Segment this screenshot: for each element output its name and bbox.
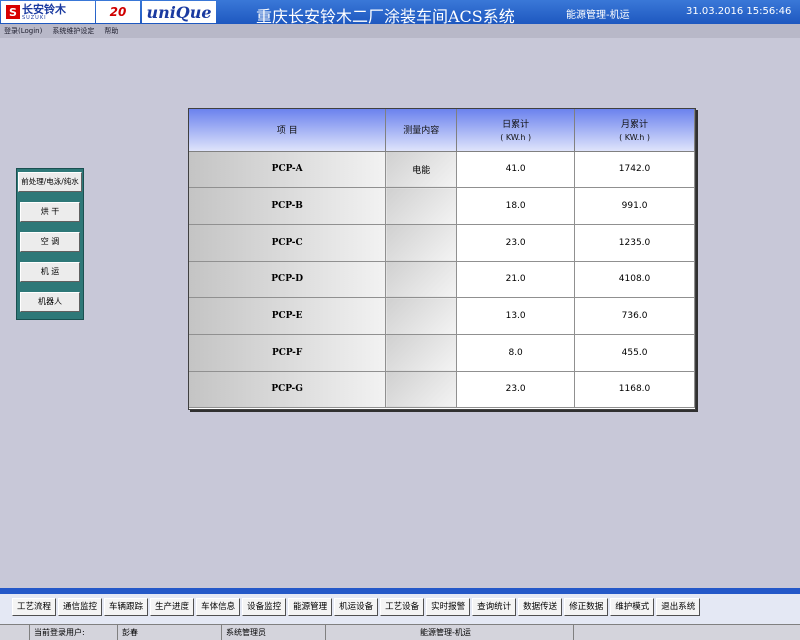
row-daily: 23.0 — [456, 224, 576, 262]
changan-suzuki-logo: S 长安铃木 SUZUKI — [1, 1, 95, 23]
row-daily: 8.0 — [456, 334, 576, 372]
table-header-row: 项 目 测量内容 日累计 ( KW.h ) 月累计 ( KW.h ) — [189, 109, 695, 152]
row-monthly: 1168.0 — [574, 371, 695, 409]
row-content — [385, 371, 458, 409]
row-content — [385, 261, 458, 299]
table-row: PCP-D 21.0 4108.0 — [189, 261, 695, 299]
table-row: PCP-A 电能 41.0 1742.0 — [189, 151, 695, 189]
suzuki-s-icon: S — [6, 5, 20, 19]
vehicle-tracking-button[interactable]: 车辆跟踪 — [104, 598, 149, 616]
row-item: PCP-G — [189, 371, 387, 409]
exit-system-button[interactable]: 退出系统 — [656, 598, 701, 616]
production-progress-button[interactable]: 生产进度 — [150, 598, 195, 616]
header-daily-unit: ( KW.h ) — [500, 133, 532, 143]
datetime-display: 31.03.2016 15:56:46 — [686, 6, 792, 17]
row-content — [385, 334, 458, 372]
process-flow-button[interactable]: 工艺流程 — [12, 598, 57, 616]
header-item: 项 目 — [189, 109, 387, 152]
maintenance-mode-button[interactable]: 维护模式 — [610, 598, 655, 616]
table-row: PCP-E 13.0 736.0 — [189, 297, 695, 335]
energy-table: 项 目 测量内容 日累计 ( KW.h ) 月累计 ( KW.h ) PCP-A… — [189, 109, 695, 409]
conveyor-equipment-button[interactable]: 机运设备 — [334, 598, 379, 616]
anniversary-logo: 20 — [96, 1, 140, 23]
status-user-name: 彭春 — [118, 625, 222, 640]
header-daily: 日累计 ( KW.h ) — [456, 109, 576, 152]
menu-system-settings[interactable]: 系统维护设定 — [52, 26, 94, 36]
energy-table-container: 项 目 测量内容 日累计 ( KW.h ) 月累计 ( KW.h ) PCP-A… — [188, 108, 696, 410]
status-bar: 当前登录用户: 彭春 系统管理员 能源管理-机运 — [0, 624, 800, 640]
row-monthly: 4108.0 — [574, 261, 695, 299]
row-monthly: 1235.0 — [574, 224, 695, 262]
energy-management-button[interactable]: 能源管理 — [288, 598, 333, 616]
bottom-toolbar: 工艺流程 通信监控 车辆跟踪 生产进度 车体信息 设备监控 能源管理 机运设备 … — [0, 588, 800, 624]
pretreatment-button[interactable]: 前处理/电泳/纯水 — [18, 172, 82, 192]
menu-bar: 登录(Login) 系统维护设定 帮助 — [0, 24, 800, 38]
row-content: 电能 — [385, 151, 458, 189]
status-spacer — [0, 625, 30, 640]
conveyor-button[interactable]: 机 运 — [20, 262, 80, 282]
table-row: PCP-F 8.0 455.0 — [189, 334, 695, 372]
row-item: PCP-A — [189, 151, 387, 189]
header-monthly-unit: ( KW.h ) — [619, 133, 650, 143]
title-bar: S 长安铃木 SUZUKI 20 uniQue 重庆长安铃木二厂涂装车间ACS系… — [0, 0, 800, 26]
realtime-alarm-button[interactable]: 实时报警 — [426, 598, 471, 616]
data-transfer-button[interactable]: 数据传送 — [518, 598, 563, 616]
toolbar-buttons: 工艺流程 通信监控 车辆跟踪 生产进度 车体信息 设备监控 能源管理 机运设备 … — [12, 598, 702, 616]
row-item: PCP-F — [189, 334, 387, 372]
row-monthly: 1742.0 — [574, 151, 695, 189]
drying-button[interactable]: 烘 干 — [20, 202, 80, 222]
correct-data-button[interactable]: 修正数据 — [564, 598, 609, 616]
row-daily: 13.0 — [456, 297, 576, 335]
row-daily: 18.0 — [456, 187, 576, 225]
row-monthly: 991.0 — [574, 187, 695, 225]
row-content — [385, 187, 458, 225]
status-page: 能源管理-机运 — [326, 625, 574, 640]
table-row: PCP-G 23.0 1168.0 — [189, 371, 695, 409]
logo-brand-text: 长安铃木 — [22, 2, 66, 16]
row-daily: 23.0 — [456, 371, 576, 409]
row-daily: 41.0 — [456, 151, 576, 189]
unique-logo: uniQue — [142, 1, 216, 23]
table-row: PCP-C 23.0 1235.0 — [189, 224, 695, 262]
header-monthly-label: 月累计 — [621, 120, 649, 131]
row-item: PCP-C — [189, 224, 387, 262]
row-daily: 21.0 — [456, 261, 576, 299]
row-content — [385, 224, 458, 262]
row-item: PCP-D — [189, 261, 387, 299]
query-stats-button[interactable]: 查询统计 — [472, 598, 517, 616]
equipment-monitor-button[interactable]: 设备监控 — [242, 598, 287, 616]
row-monthly: 455.0 — [574, 334, 695, 372]
table-row: PCP-B 18.0 991.0 — [189, 187, 695, 225]
header-daily-label: 日累计 — [502, 120, 530, 131]
status-user-label: 当前登录用户: — [30, 625, 118, 640]
row-item: PCP-B — [189, 187, 387, 225]
air-conditioning-button[interactable]: 空 调 — [20, 232, 80, 252]
row-content — [385, 297, 458, 335]
header-monthly: 月累计 ( KW.h ) — [574, 109, 695, 152]
process-equipment-button[interactable]: 工艺设备 — [380, 598, 425, 616]
body-info-button[interactable]: 车体信息 — [196, 598, 241, 616]
row-monthly: 736.0 — [574, 297, 695, 335]
area-selector-panel: 前处理/电泳/纯水 烘 干 空 调 机 运 机器人 — [16, 168, 84, 320]
row-item: PCP-E — [189, 297, 387, 335]
menu-login[interactable]: 登录(Login) — [4, 26, 42, 36]
status-empty — [574, 625, 800, 640]
page-subtitle: 能源管理-机运 — [566, 10, 630, 21]
status-role: 系统管理员 — [222, 625, 326, 640]
header-content: 测量内容 — [385, 109, 458, 152]
robot-button[interactable]: 机器人 — [20, 292, 80, 312]
menu-help[interactable]: 帮助 — [104, 26, 118, 36]
comm-monitor-button[interactable]: 通信监控 — [58, 598, 103, 616]
